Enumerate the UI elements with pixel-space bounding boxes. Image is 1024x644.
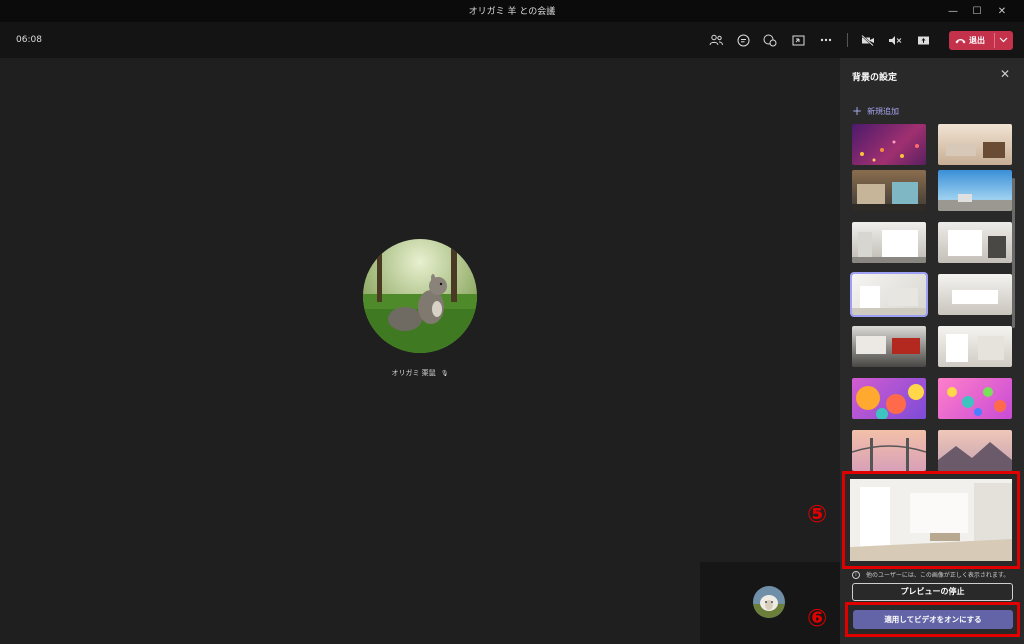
more-icon[interactable] <box>815 31 837 49</box>
background-thumbnail[interactable] <box>852 124 926 165</box>
background-thumbnail[interactable] <box>852 378 926 419</box>
background-thumbnail[interactable] <box>938 274 1012 315</box>
background-thumbnail[interactable] <box>938 326 1012 367</box>
plus-icon: + <box>852 104 863 118</box>
background-gallery <box>840 118 1024 473</box>
meeting-toolbar: 06:08 退出 <box>0 22 1024 58</box>
participant-avatar <box>363 239 477 353</box>
background-thumbnail[interactable] <box>938 124 1012 165</box>
background-thumbnail[interactable] <box>852 222 926 263</box>
background-thumbnail[interactable] <box>852 430 926 471</box>
leave-divider <box>994 33 995 48</box>
share-icon[interactable] <box>912 31 934 49</box>
background-preview <box>842 471 1020 569</box>
info-icon: i <box>852 570 860 579</box>
background-thumbnail[interactable] <box>938 430 1012 471</box>
chat-icon[interactable] <box>732 31 754 49</box>
apply-highlight: 適用してビデオをオンにする <box>845 602 1020 637</box>
background-thumbnail[interactable] <box>938 222 1012 263</box>
gallery-scrollbar[interactable] <box>1012 178 1015 328</box>
toolbar-divider <box>847 33 848 47</box>
minimize-button[interactable]: — <box>941 0 965 22</box>
participants-icon[interactable] <box>705 31 727 49</box>
call-timer: 06:08 <box>16 35 42 45</box>
background-settings-panel: 背景の設定 ✕ + 新規追加 i 他のユーザーには、この画像が正しく表示されます… <box>840 58 1024 644</box>
reactions-icon[interactable] <box>759 31 781 49</box>
background-thumbnail[interactable] <box>938 170 1012 211</box>
phone-hangup-icon <box>955 38 966 44</box>
background-thumbnail-selected[interactable] <box>850 272 928 317</box>
mute-icon[interactable] <box>884 31 906 49</box>
preview-info: i 他のユーザーには、この画像が正しく表示されます。 <box>852 570 1009 579</box>
callout-five: ⑤ <box>807 500 828 528</box>
participant-name-text: オリガミ 栗鼠 <box>391 369 436 377</box>
chevron-down-icon[interactable] <box>999 37 1008 43</box>
self-avatar <box>753 586 785 618</box>
add-new-label: 新規追加 <box>867 106 900 116</box>
video-stage: オリガミ 栗鼠 🎙 <box>0 58 840 644</box>
panel-title: 背景の設定 <box>852 73 898 83</box>
title-bar: オリガミ 羊 との会議 — ☐ ✕ <box>0 0 1024 22</box>
close-window-button[interactable]: ✕ <box>990 0 1014 22</box>
leave-label: 退出 <box>969 36 985 45</box>
participant-name: オリガミ 栗鼠 🎙 <box>330 368 510 378</box>
close-icon[interactable]: ✕ <box>997 67 1013 81</box>
callout-six: ⑥ <box>807 604 828 632</box>
leave-button[interactable]: 退出 <box>949 31 1013 50</box>
camera-off-icon[interactable] <box>857 31 879 49</box>
preview-image <box>850 479 1012 561</box>
muted-mic-icon: 🎙 <box>440 370 449 377</box>
background-thumbnail[interactable] <box>852 170 926 211</box>
background-thumbnail[interactable] <box>852 326 926 367</box>
window-title: オリガミ 羊 との会議 <box>468 7 556 17</box>
share-tray-icon[interactable] <box>787 31 809 49</box>
apply-and-turn-on-video-button[interactable]: 適用してビデオをオンにする <box>853 610 1013 629</box>
background-thumbnail[interactable] <box>938 378 1012 419</box>
maximize-button[interactable]: ☐ <box>965 0 989 22</box>
stop-preview-button[interactable]: プレビューの停止 <box>852 583 1013 601</box>
info-text: 他のユーザーには、この画像が正しく表示されます。 <box>866 572 1010 579</box>
add-new-background-button[interactable]: + 新規追加 <box>852 104 899 118</box>
